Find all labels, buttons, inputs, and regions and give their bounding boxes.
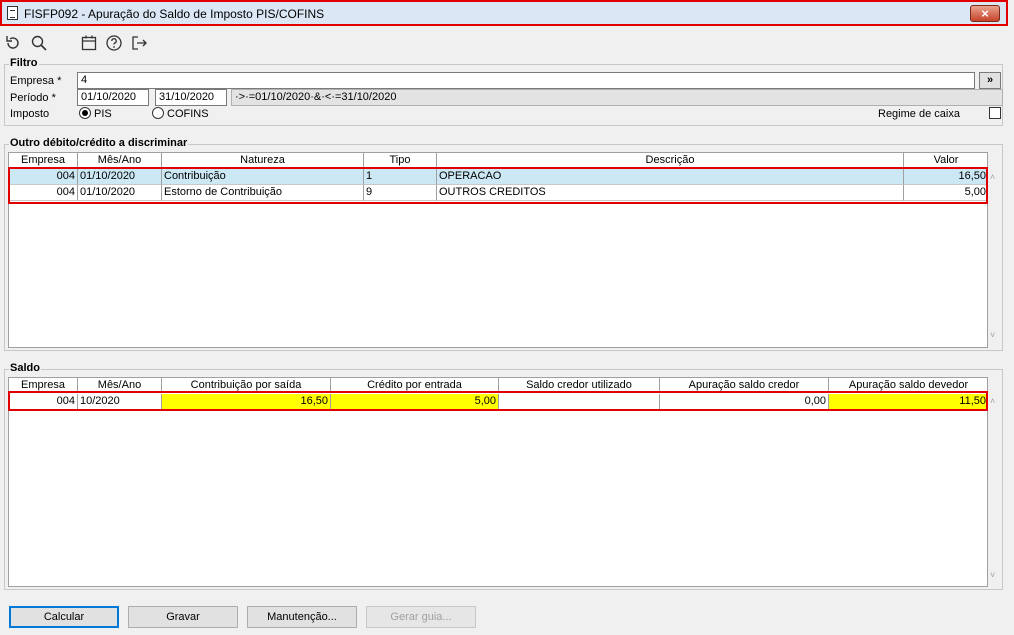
search-icon[interactable]	[30, 34, 48, 52]
cofins-radio-label: COFINS	[167, 108, 209, 120]
col-valor[interactable]: Valor	[904, 153, 987, 168]
manutencao-button[interactable]: Manutenção...	[247, 606, 357, 628]
table-row-cell[interactable]: 004	[9, 169, 78, 185]
empresa-label: Empresa *	[10, 75, 62, 87]
table-row-cell[interactable]: 16,50	[162, 394, 331, 410]
empresa-input[interactable]: 4	[77, 72, 975, 89]
calendar-icon[interactable]	[80, 34, 98, 52]
gravar-button[interactable]: Gravar	[128, 606, 238, 628]
outro-grid: Empresa Mês/Ano Natureza Tipo Descrição …	[8, 152, 988, 348]
table-row-cell[interactable]: 0,00	[660, 394, 829, 410]
imposto-label: Imposto	[10, 108, 50, 120]
col-empresa[interactable]: Empresa	[9, 378, 78, 393]
regime-caixa-label: Regime de caixa	[878, 108, 960, 120]
title-bar: FISFP092 - Apuração do Saldo de Imposto …	[0, 0, 1008, 26]
col-descricao[interactable]: Descrição	[437, 153, 904, 168]
periodo-label: Período *	[10, 92, 56, 104]
table-row-cell[interactable]: 004	[9, 185, 78, 201]
gerar-guia-button: Gerar guia...	[366, 606, 476, 628]
scroll-down-icon[interactable]: ˅	[990, 570, 995, 580]
table-row-cell[interactable]: 5,00	[331, 394, 499, 410]
col-mes-ano[interactable]: Mês/Ano	[78, 378, 162, 393]
pis-radio-label: PIS	[94, 108, 112, 120]
table-row-cell[interactable]: 5,00	[904, 185, 987, 201]
saldo-legend: Saldo	[9, 362, 41, 374]
table-row-cell[interactable]: 10/2020	[78, 394, 162, 410]
pis-radio[interactable]	[79, 107, 91, 119]
col-saldo-credor-utilizado[interactable]: Saldo credor utilizado	[499, 378, 660, 393]
table-row-cell[interactable]: 1	[364, 169, 437, 185]
help-icon[interactable]	[105, 34, 123, 52]
scroll-up-icon[interactable]: ˄	[990, 396, 995, 406]
saldo-grid: Empresa Mês/Ano Contribuição por saída C…	[8, 377, 988, 587]
regime-caixa-checkbox[interactable]	[989, 107, 1001, 119]
periodo-fim-input[interactable]: 31/10/2020	[155, 89, 227, 106]
undo-icon[interactable]	[4, 34, 22, 52]
table-row-cell[interactable]: Contribuição	[162, 169, 364, 185]
document-icon	[7, 6, 18, 20]
table-row-cell[interactable]: OPERACAO	[437, 169, 904, 185]
table-row-cell[interactable]: 01/10/2020	[78, 169, 162, 185]
close-button[interactable]: ×	[970, 5, 1000, 22]
col-empresa[interactable]: Empresa	[9, 153, 78, 168]
filtro-legend: Filtro	[9, 57, 39, 69]
col-credito-entrada[interactable]: Crédito por entrada	[331, 378, 499, 393]
table-row-cell[interactable]: OUTROS CREDITOS	[437, 185, 904, 201]
cofins-radio[interactable]	[152, 107, 164, 119]
table-row-cell[interactable]: 004	[9, 394, 78, 410]
col-mes-ano[interactable]: Mês/Ano	[78, 153, 162, 168]
col-apuracao-saldo-credor[interactable]: Apuração saldo credor	[660, 378, 829, 393]
scroll-up-icon[interactable]: ˄	[990, 172, 995, 182]
table-row-cell[interactable]: 01/10/2020	[78, 185, 162, 201]
periodo-expression: ·>·=01/10/2020·&·<·=31/10/2020	[231, 89, 1003, 106]
table-row-cell[interactable]: 11,50	[829, 394, 987, 410]
table-row-cell[interactable]	[499, 394, 660, 410]
col-contribuicao-saida[interactable]: Contribuição por saída	[162, 378, 331, 393]
scroll-down-icon[interactable]: ˅	[990, 330, 995, 340]
col-natureza[interactable]: Natureza	[162, 153, 364, 168]
table-row-cell[interactable]: 16,50	[904, 169, 987, 185]
table-row-cell[interactable]: Estorno de Contribuição	[162, 185, 364, 201]
col-apuracao-saldo-devedor[interactable]: Apuração saldo devedor	[829, 378, 987, 393]
empresa-lookup-button[interactable]: »	[979, 72, 1001, 89]
col-tipo[interactable]: Tipo	[364, 153, 437, 168]
table-row-cell[interactable]: 9	[364, 185, 437, 201]
window-title: FISFP092 - Apuração do Saldo de Imposto …	[24, 7, 325, 21]
outro-legend: Outro débito/crédito a discriminar	[9, 137, 189, 149]
periodo-inicio-input[interactable]: 01/10/2020	[77, 89, 149, 106]
calcular-button[interactable]: Calcular	[9, 606, 119, 628]
exit-icon[interactable]	[130, 34, 148, 52]
